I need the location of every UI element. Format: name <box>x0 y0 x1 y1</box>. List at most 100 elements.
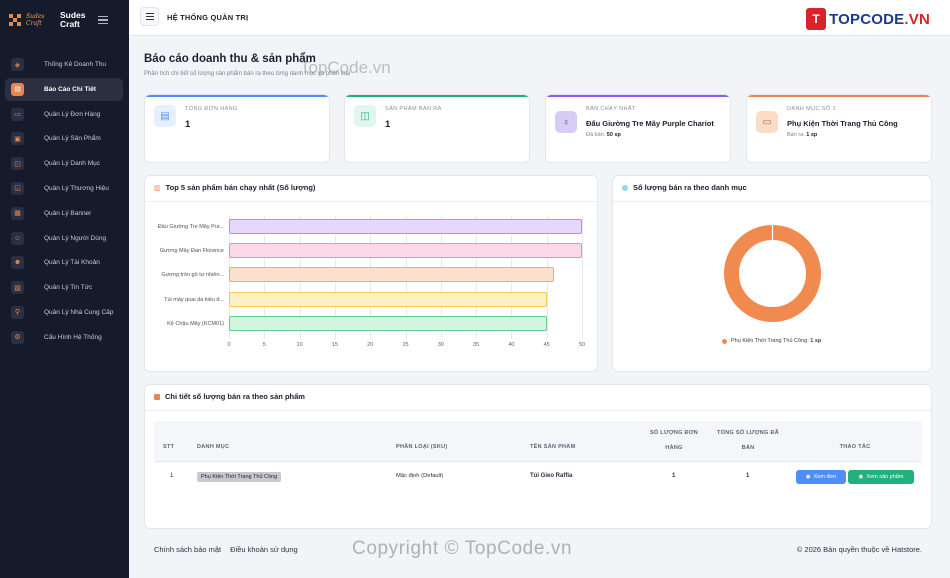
view-product-label: Xem sản phẩm <box>866 474 904 480</box>
stat-value: Đấu Giường Tre Mây Purple Chariot <box>586 119 714 128</box>
folder-icon: ▭ <box>756 111 778 133</box>
bar-chart-title: ▥ Top 5 sản phẩm bán chạy nhất (Số lượng… <box>154 183 315 192</box>
terms-link[interactable]: Điều khoản sử dụng <box>230 545 298 554</box>
sidebar-item-8[interactable]: ☻ Quản Lý Tài Khoản <box>5 251 123 274</box>
th-orders-line2: HÀNG <box>665 445 683 451</box>
stat-card-1: ◫ SẢN PHẨM BÁN RA 1 <box>344 94 530 163</box>
category-tag: Phụ Kiện Thời Trang Thủ Công <box>197 472 282 482</box>
eye-icon: ◉ <box>805 474 811 480</box>
sidebar-item-4[interactable]: ◰ Quản Lý Danh Mục <box>5 152 123 175</box>
stat-sub: Bán ra: 1 sp <box>787 132 817 138</box>
x-tick-label: 25 <box>402 342 409 348</box>
bar-4[interactable] <box>229 315 547 331</box>
bar-3[interactable] <box>229 291 547 307</box>
stat-label: DANH MỤC SỐ 1 <box>787 106 836 112</box>
donut-slice-0[interactable] <box>724 225 821 322</box>
donut-title-icon <box>622 184 628 191</box>
view-orders-button[interactable]: ◉ Xem đơn <box>796 470 846 484</box>
brand-logo-icon <box>9 13 22 27</box>
sidebar-item-7[interactable]: ☺ Quản Lý Người Dùng <box>5 227 123 250</box>
sidebar-item-10[interactable]: ⚲ Quản Lý Nhà Cung Cấp <box>5 301 123 324</box>
legend-label: Phụ Kiện Thời Trang Thủ Công: 1 sp <box>731 338 822 344</box>
topbar-title: HỆ THỐNG QUẢN TRỊ <box>167 13 249 22</box>
x-tick-label: 30 <box>437 342 444 348</box>
cell-sku: Mặc định (Default) <box>396 473 444 479</box>
y-category-label: Túi mây quai da kiểu d... <box>164 296 224 303</box>
th-total-line1: TỔNG SỐ LƯỢNG ĐÃ <box>716 430 780 436</box>
sidebar-item-3[interactable]: ▣ Quản Lý Sản Phẩm <box>5 127 123 150</box>
sidebar-item-2[interactable]: ▭ Quản Lý Đơn Hàng <box>5 103 123 126</box>
sidebar: Sudes Craft Sudes Craft ◈ Thống Kê Doanh … <box>0 0 129 578</box>
sidebar-item-label: Quản Lý Đơn Hàng <box>44 110 101 118</box>
sidebar-item-label: Quản Lý Danh Mục <box>44 160 101 168</box>
card-divider <box>145 410 931 411</box>
stat-sub-prefix: Bán ra: <box>787 132 807 138</box>
sidebar-item-6[interactable]: ▦ Quản Lý Banner <box>5 202 123 225</box>
order-icon: ▭ <box>11 107 24 121</box>
view-product-button[interactable]: ◉ Xem sản phẩm <box>848 470 914 484</box>
stat-value: Phụ Kiện Thời Trang Thủ Công <box>787 119 898 128</box>
sidebar-item-label: Quản Lý Sản Phẩm <box>44 135 101 143</box>
sidebar-item-label: Báo Cáo Chi Tiết <box>44 85 96 93</box>
news-icon: ▧ <box>11 281 24 295</box>
th-sku: PHÂN LOẠI (SKU) <box>396 444 448 450</box>
sidebar-item-1[interactable]: ▤ Báo Cáo Chi Tiết <box>5 77 123 101</box>
th-total: TỔNG SỐ LƯỢNG ĐÃ BÁN <box>713 430 783 451</box>
sidebar-item-9[interactable]: ▧ Quản Lý Tin Tức <box>5 276 123 299</box>
cell-orders: 1 <box>672 473 676 479</box>
x-tick-label: 20 <box>367 342 374 348</box>
topbar: HỆ THỐNG QUẢN TRỊ T TOPCODE.VN <box>129 0 950 36</box>
medal-icon: ♁ <box>555 111 577 133</box>
y-category-label: Kệ Chậu Mây (KCM01) <box>167 320 224 327</box>
watermark-bottom: Copyright © TopCode.vn <box>352 538 573 559</box>
x-tick-label: 0 <box>227 342 231 348</box>
th-actions: THAO TÁC <box>839 444 871 450</box>
stat-sub-value: 50 sp <box>606 132 621 138</box>
stat-label: BÁN CHẠY NHẤT <box>586 106 636 112</box>
y-category-label: Gương Mây Đan Florence <box>159 248 224 255</box>
product-icon: ▣ <box>11 132 24 146</box>
sidebar-item-5[interactable]: ◱ Quản Lý Thương Hiệu <box>5 177 123 200</box>
sidebar-nav: ◈ Thống Kê Doanh Thu ▤ Báo Cáo Chi Tiết ▭ Quả… <box>5 53 123 351</box>
supplier-icon: ⚲ <box>11 305 24 319</box>
menu-button[interactable] <box>140 7 159 26</box>
banner-icon: ▦ <box>11 206 24 220</box>
bar-0[interactable] <box>229 219 582 234</box>
x-tick-label: 50 <box>578 342 586 348</box>
y-category-label: Gương tròn gỗ tự nhiên... <box>161 272 224 279</box>
sidebar-item-label: Quản Lý Người Dùng <box>44 234 107 242</box>
legend-name: Phụ Kiện Thời Trang Thủ Công <box>731 338 808 344</box>
watermark-top: TopCode.vn <box>300 58 391 77</box>
file-icon: ▤ <box>154 105 176 127</box>
donut-legend: Phụ Kiện Thời Trang Thủ Công: 1 sp <box>722 338 821 344</box>
cell-stt: 1 <box>170 473 174 479</box>
topcode-logo-icon: T <box>806 8 827 30</box>
x-tick-label: 40 <box>508 342 515 348</box>
x-tick-label: 5 <box>262 342 266 348</box>
bar-chart-icon: ▥ <box>154 184 161 192</box>
brand[interactable]: Sudes Craft Sudes Craft <box>0 0 129 40</box>
stat-accent-bar <box>345 95 529 97</box>
privacy-link[interactable]: Chính sách bảo mật <box>154 545 221 554</box>
stat-accent-bar <box>145 95 329 97</box>
page-title: Báo cáo doanh thu & sản phẩm <box>144 53 316 65</box>
legend-value: 1 sp <box>810 338 822 344</box>
th-orders: SỐ LƯỢNG ĐƠN HÀNG <box>640 430 708 451</box>
stat-value: 1 <box>385 119 391 130</box>
sidebar-item-0[interactable]: ◈ Thống Kê Doanh Thu <box>5 53 123 76</box>
sidebar-item-11[interactable]: ⚙ Cấu Hình Hệ Thống <box>5 326 123 349</box>
x-tick-label: 15 <box>331 342 338 348</box>
cell-total: 1 <box>746 473 750 479</box>
topcode-logo-text: TOPCODE.VN <box>829 11 930 28</box>
sidebar-toggle-icon[interactable] <box>97 14 108 26</box>
chart-bar-icon: ▤ <box>11 82 24 96</box>
x-tick-label: 35 <box>473 342 480 348</box>
logo-text-tld: .VN <box>904 10 930 28</box>
bar-2[interactable] <box>229 267 554 283</box>
y-category-label: Đấu Giường Tre Mây Pur... <box>157 224 224 230</box>
donut-chart-title-text: Số lượng bán ra theo danh mục <box>633 183 747 192</box>
stat-sub-prefix: Đã bán: <box>586 132 607 138</box>
stat-card-2: ♁ BÁN CHẠY NHẤT Đấu Giường Tre Mây Purple … <box>545 94 731 163</box>
bar-1[interactable] <box>229 243 582 259</box>
table-title-text: Chi tiết số lượng bán ra theo sản phẩm <box>165 392 305 401</box>
